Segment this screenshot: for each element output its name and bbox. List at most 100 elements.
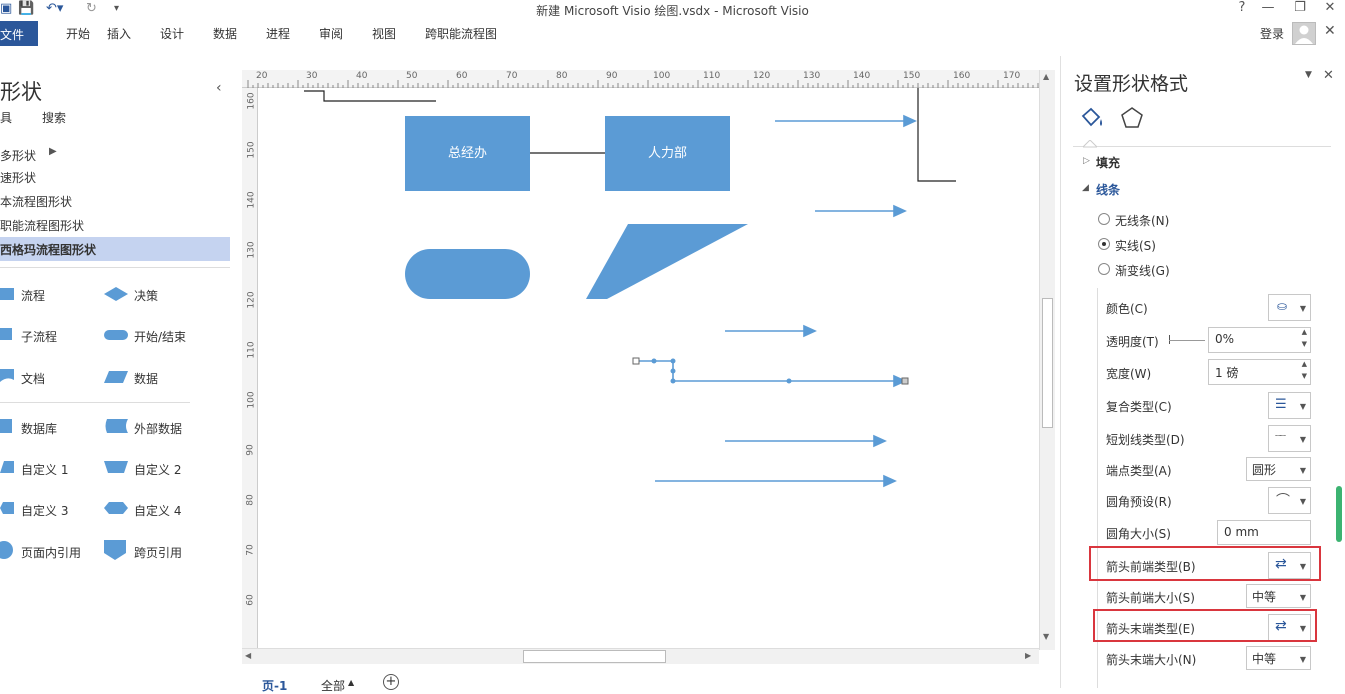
shape-external-data[interactable]: 外部数据 <box>134 420 182 437</box>
selection-handle[interactable] <box>670 358 676 364</box>
scroll-right-icon[interactable]: ▶ <box>1025 651 1031 660</box>
subprocess-shape-icon[interactable] <box>0 328 12 340</box>
avatar[interactable] <box>1292 22 1316 45</box>
terminator-shape-icon[interactable] <box>104 330 128 340</box>
shape-start-end[interactable]: 开始/结束 <box>134 328 186 345</box>
custom1-shape-icon[interactable] <box>0 461 14 473</box>
shape-off-page-reference[interactable]: 跨页引用 <box>134 544 182 561</box>
scroll-left-icon[interactable]: ◀ <box>245 651 251 660</box>
tab-process[interactable]: 进程 <box>266 25 290 42</box>
shape-process[interactable]: 流程 <box>21 287 45 304</box>
shape-database[interactable]: 数据库 <box>21 420 57 437</box>
tab-view[interactable]: 视图 <box>372 25 396 42</box>
expand-arrow-icon[interactable]: ▷ <box>1083 156 1090 166</box>
round-size-input[interactable]: 0 mm <box>1217 520 1311 545</box>
tab-review[interactable]: 审阅 <box>319 25 343 42</box>
restore-icon[interactable]: ❐ <box>1288 0 1312 15</box>
tab-design[interactable]: 设计 <box>160 25 184 42</box>
category-quick-shapes[interactable]: 速形状 <box>0 169 36 186</box>
close-ribbon-icon[interactable]: ✕ <box>1324 23 1336 39</box>
horizontal-scrollbar[interactable]: ◀ ▶ <box>242 648 1039 664</box>
color-picker-button[interactable]: ⛀ ▼ <box>1268 294 1311 321</box>
vertical-scrollbar[interactable]: ▲ ▼ <box>1039 70 1055 650</box>
shape-on-page-reference[interactable]: 页面内引用 <box>21 544 81 561</box>
selection-handle[interactable] <box>670 378 676 384</box>
collapse-pane-icon[interactable]: ‹ <box>216 80 222 96</box>
spin-up-icon[interactable]: ▲ <box>1302 360 1307 368</box>
spin-down-icon[interactable]: ▼ <box>1302 372 1307 380</box>
login-link[interactable]: 登录 <box>1260 25 1284 42</box>
search-tab[interactable]: 搜索 <box>42 109 66 126</box>
shape-decision[interactable]: 决策 <box>134 287 158 304</box>
data-shape[interactable] <box>586 224 748 299</box>
selection-handle[interactable] <box>901 377 909 385</box>
tab-data[interactable]: 数据 <box>213 25 237 42</box>
pane-scroll-thumb[interactable] <box>1336 486 1342 542</box>
category-cross-functional[interactable]: 职能流程图形状 <box>0 217 84 234</box>
process-shape-icon[interactable] <box>0 288 14 300</box>
close-pane-icon[interactable]: ✕ <box>1323 68 1334 83</box>
category-more-shapes[interactable]: 多形状 <box>0 147 36 164</box>
database-shape-icon[interactable] <box>0 419 14 433</box>
transparency-input[interactable]: 0% ▲ ▼ <box>1208 327 1311 353</box>
document-shape-icon[interactable] <box>0 369 14 383</box>
tab-insert[interactable]: 插入 <box>107 25 131 42</box>
width-input[interactable]: 1 磅 ▲ ▼ <box>1208 359 1311 385</box>
section-line[interactable]: 线条 <box>1096 181 1120 198</box>
page-tab-1[interactable]: 页-1 <box>262 677 287 694</box>
radio-label-no-line[interactable]: 无线条(N) <box>1115 212 1169 229</box>
effects-pentagon-icon[interactable] <box>1120 106 1144 130</box>
close-window-icon[interactable]: ✕ <box>1318 0 1342 15</box>
fill-line-icon[interactable] <box>1079 106 1105 130</box>
tab-file[interactable]: 文件 <box>0 21 38 46</box>
collapse-arrow-icon[interactable]: ◢ <box>1082 183 1089 193</box>
minimize-icon[interactable]: — <box>1256 0 1280 15</box>
section-fill[interactable]: 填充 <box>1096 154 1120 171</box>
spin-up-icon[interactable]: ▲ <box>1302 328 1307 336</box>
custom4-shape-icon[interactable] <box>104 502 128 514</box>
scroll-thumb[interactable] <box>523 650 666 663</box>
shape-custom-3[interactable]: 自定义 3 <box>21 502 68 519</box>
decision-shape-icon[interactable] <box>104 287 128 301</box>
more-shapes-tab[interactable]: 具 <box>0 109 12 126</box>
custom3-shape-icon[interactable] <box>0 502 14 514</box>
custom2-shape-icon[interactable] <box>104 461 128 473</box>
category-basic-flowchart[interactable]: 本流程图形状 <box>0 193 72 210</box>
compound-type-dropdown[interactable]: ☰ ▼ <box>1268 392 1311 419</box>
spin-down-icon[interactable]: ▼ <box>1302 340 1307 348</box>
category-six-sigma[interactable]: 西格玛流程图形状 <box>0 241 96 258</box>
radio-label-solid-line[interactable]: 实线(S) <box>1115 237 1156 254</box>
dash-type-dropdown[interactable]: ┄┄ ▼ <box>1268 425 1311 452</box>
all-pages-button[interactable]: 全部 <box>321 677 345 694</box>
on-page-reference-shape-icon[interactable] <box>0 541 14 559</box>
terminator-shape[interactable] <box>405 249 530 299</box>
radio-label-gradient-line[interactable]: 渐变线(G) <box>1115 262 1170 279</box>
connector-line[interactable] <box>917 88 956 182</box>
begin-arrow-size-dropdown[interactable]: 中等 ▼ <box>1246 584 1311 608</box>
shape-document[interactable]: 文档 <box>21 370 45 387</box>
help-button[interactable]: ? <box>1230 0 1254 15</box>
scroll-down-icon[interactable]: ▼ <box>1043 632 1049 641</box>
selection-handle[interactable] <box>670 368 676 374</box>
radio-solid-line[interactable] <box>1098 238 1110 250</box>
pane-options-icon[interactable]: ▼ <box>1305 70 1312 80</box>
shape-custom-4[interactable]: 自定义 4 <box>134 502 181 519</box>
radio-no-line[interactable] <box>1098 213 1110 225</box>
transparency-slider[interactable] <box>1169 340 1205 341</box>
cap-type-dropdown[interactable]: 圆形 ▼ <box>1246 457 1311 481</box>
box-general-office[interactable]: 总经办 <box>405 116 530 191</box>
selection-handle[interactable] <box>786 378 792 384</box>
tab-home[interactable]: 开始 <box>66 25 90 42</box>
join-preset-dropdown[interactable]: ⌒ ▼ <box>1268 487 1311 514</box>
off-page-reference-shape-icon[interactable] <box>104 540 126 560</box>
data-shape-icon[interactable] <box>104 371 128 383</box>
radio-gradient-line[interactable] <box>1098 263 1110 275</box>
shape-data[interactable]: 数据 <box>134 370 158 387</box>
scroll-thumb[interactable] <box>1042 298 1053 428</box>
end-arrow-size-dropdown[interactable]: 中等 ▼ <box>1246 646 1311 670</box>
scroll-up-icon[interactable]: ▲ <box>1043 72 1049 81</box>
tab-cross-functional[interactable]: 跨职能流程图 <box>425 25 497 42</box>
external-data-shape-icon[interactable] <box>104 419 128 433</box>
connector-line[interactable] <box>304 90 436 102</box>
shape-subprocess[interactable]: 子流程 <box>21 328 57 345</box>
